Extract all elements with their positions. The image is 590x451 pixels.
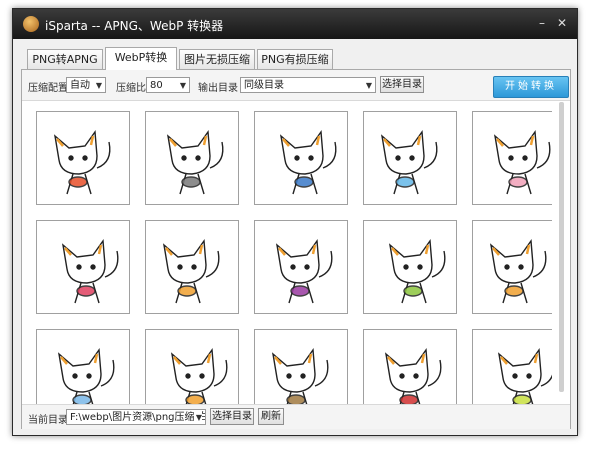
vertical-scrollbar[interactable]	[558, 102, 566, 400]
image-thumbnail[interactable]	[145, 111, 239, 205]
image-thumbnail[interactable]	[254, 111, 348, 205]
tab-png-to-apng[interactable]: PNG转APNG	[27, 49, 103, 69]
image-thumbnail[interactable]	[472, 111, 552, 205]
cat-sticker-image	[162, 239, 220, 304]
image-thumbnail[interactable]	[36, 220, 130, 314]
image-thumbnail[interactable]	[363, 329, 457, 409]
compress-ratio-value: 80	[150, 80, 163, 91]
select-output-dir-button[interactable]: 选择目录	[380, 76, 424, 93]
window-title: iSparta -- APNG、WebP 转换器	[45, 19, 224, 33]
image-thumbnail[interactable]	[472, 220, 552, 314]
cat-sticker-image	[489, 239, 547, 304]
image-thumbnail[interactable]	[363, 220, 457, 314]
cat-sticker-image	[384, 348, 442, 409]
current-dir-select[interactable]: F:\webp\图片资源\png压缩\白 ▼	[66, 409, 206, 425]
image-thumbnail[interactable]	[145, 220, 239, 314]
current-dir-value: F:\webp\图片资源\png压缩\白	[70, 412, 206, 423]
output-dir-value: 同级目录	[244, 80, 284, 91]
image-thumbnail[interactable]	[363, 111, 457, 205]
close-icon[interactable]: ✕	[553, 15, 571, 31]
chevron-down-icon: ▼	[193, 410, 202, 424]
image-thumbnail[interactable]	[254, 329, 348, 409]
cat-sticker-image	[493, 130, 551, 195]
select-current-dir-button[interactable]: 选择目录	[210, 408, 254, 425]
tab-webp-convert[interactable]: WebP转换	[105, 47, 177, 70]
chevron-down-icon: ▼	[365, 81, 372, 90]
compress-ratio-select[interactable]: 80 ▼	[146, 77, 190, 93]
scrollbar-thumb[interactable]	[559, 102, 564, 392]
image-thumbnail[interactable]	[472, 329, 552, 409]
cat-sticker-image	[380, 130, 438, 195]
refresh-button[interactable]: 刷新	[258, 408, 284, 425]
current-dir-label: 当前目录	[28, 415, 68, 426]
image-thumbnail[interactable]	[36, 111, 130, 205]
cat-sticker-image	[61, 239, 119, 304]
image-thumbnail[interactable]	[254, 220, 348, 314]
cat-sticker-image	[497, 348, 552, 409]
start-convert-button[interactable]: 开始转换	[493, 76, 569, 98]
chevron-down-icon: ▼	[95, 81, 102, 90]
cat-sticker-image	[57, 348, 115, 409]
compress-config-select[interactable]: 自动 ▼	[66, 77, 106, 93]
cat-sticker-image	[271, 348, 329, 409]
current-dir-bar: 当前目录 F:\webp\图片资源\png压缩\白 ▼ 选择目录 刷新	[22, 404, 570, 429]
cat-sticker-image	[279, 130, 337, 195]
cat-sticker-image	[170, 348, 228, 409]
cat-sticker-image	[388, 239, 446, 304]
compress-ratio-label: 压缩比	[116, 83, 146, 94]
app-logo-icon	[23, 16, 39, 32]
output-dir-select[interactable]: 同级目录 ▼	[240, 77, 376, 93]
cat-sticker-image	[275, 239, 333, 304]
compress-config-value: 自动	[70, 80, 90, 91]
output-dir-label: 输出目录	[198, 83, 238, 94]
title-bar[interactable]: iSparta -- APNG、WebP 转换器 – ✕	[13, 9, 577, 39]
cat-sticker-image	[166, 130, 224, 195]
thumbnail-grid	[36, 111, 552, 409]
tab-lossless-compress[interactable]: 图片无损压缩	[179, 49, 255, 69]
chevron-down-icon: ▼	[179, 81, 186, 90]
app-window: iSparta -- APNG、WebP 转换器 – ✕ PNG转APNG We…	[12, 8, 578, 436]
cat-sticker-image	[53, 130, 111, 195]
tab-png-lossy-compress[interactable]: PNG有损压缩	[257, 49, 333, 69]
minimize-icon[interactable]: –	[533, 15, 551, 31]
image-thumbnail[interactable]	[145, 329, 239, 409]
webp-panel: 压缩配置 自动 ▼ 压缩比 80 ▼ 输出目录 同级目录 ▼ 选择目录 开始转换…	[21, 69, 571, 429]
compress-config-label: 压缩配置	[28, 83, 68, 94]
options-toolbar: 压缩配置 自动 ▼ 压缩比 80 ▼ 输出目录 同级目录 ▼ 选择目录 开始转换	[22, 70, 570, 101]
image-thumbnail[interactable]	[36, 329, 130, 409]
